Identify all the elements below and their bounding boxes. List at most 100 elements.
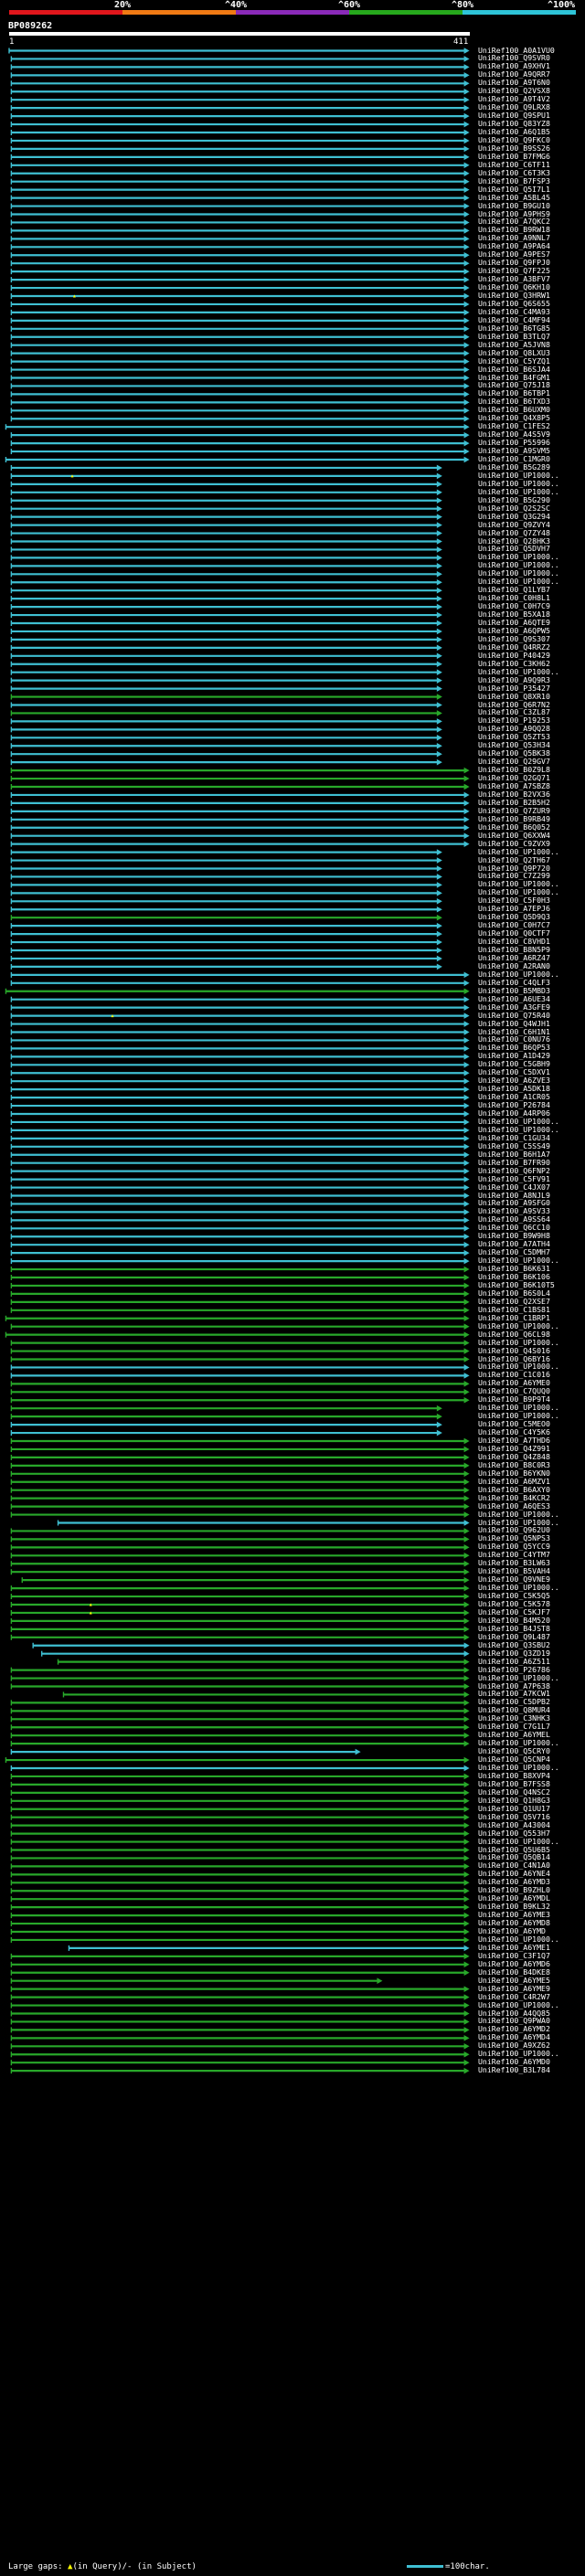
- hit-arrow-icon: [436, 702, 442, 708]
- hit-arrow-icon: [463, 1381, 470, 1387]
- hit-arrow-icon: [436, 464, 442, 472]
- hit-arrow-icon: [463, 1961, 470, 1968]
- hit-arrow-icon: [463, 1953, 470, 1960]
- hit-arrow-icon: [463, 48, 470, 54]
- hit-arrow-icon: [463, 431, 470, 439]
- hit-arrow-icon: [463, 236, 470, 242]
- hit-arrow-icon: [463, 415, 470, 422]
- hit-arrow-icon: [463, 1880, 470, 1886]
- legend-line-icon: [407, 2565, 443, 2568]
- hit-arrow-icon: [463, 121, 470, 128]
- hit-arrow-icon: [463, 1290, 470, 1298]
- hit-arrow-icon: [463, 1045, 470, 1052]
- legend-scale: =100char.: [407, 2562, 490, 2571]
- hit-arrow-icon: [463, 1168, 470, 1174]
- scale-label-5: ^100%: [547, 0, 576, 10]
- hit-arrow-icon: [436, 963, 442, 970]
- hit-arrow-icon: [463, 1454, 470, 1461]
- hit-arrow-icon: [463, 1642, 470, 1649]
- hit-arrow-icon: [436, 595, 442, 602]
- hit-arrow-icon: [436, 571, 442, 578]
- hit-arrow-icon: [463, 1912, 470, 1919]
- hit-arrow-icon: [436, 669, 442, 675]
- hit-arrow-icon: [436, 718, 442, 725]
- hit-arrow-icon: [436, 882, 442, 888]
- hit-arrow-icon: [463, 228, 470, 234]
- hit-arrow-icon: [463, 162, 470, 169]
- hit-id-link[interactable]: UniRef100_B3L784: [478, 2066, 550, 2074]
- hit-arrow-icon: [463, 137, 470, 144]
- hit-arrow-icon: [463, 211, 470, 217]
- hit-arrow-icon: [463, 1184, 470, 1191]
- hit-arrow-icon: [436, 758, 442, 766]
- hit-arrow-icon: [377, 1977, 383, 1984]
- hit-arrow-icon: [463, 1683, 470, 1690]
- hit-arrow-icon: [436, 710, 442, 716]
- hit-arrow-icon: [436, 955, 442, 962]
- hit-arrow-icon: [436, 857, 442, 864]
- hit-arrow-icon: [463, 358, 470, 365]
- hit-arrow-icon: [463, 1021, 470, 1027]
- hit-arrow-icon: [463, 2010, 470, 2017]
- hit-arrow-icon: [436, 563, 442, 569]
- hit-arrow-icon: [436, 677, 442, 684]
- hit-arrow-icon: [436, 644, 442, 652]
- hit-arrow-icon: [463, 2051, 470, 2058]
- hit-arrow-icon: [463, 251, 470, 259]
- hit-arrow-icon: [463, 1307, 470, 1314]
- hit-arrow-icon: [463, 1004, 470, 1011]
- hit-arrow-icon: [463, 1062, 470, 1068]
- hit-arrow-icon: [463, 1585, 470, 1592]
- hit-arrow-icon: [463, 1773, 470, 1780]
- hit-arrow-icon: [436, 726, 442, 733]
- hit-arrow-icon: [436, 906, 442, 913]
- hit-arrow-icon: [463, 808, 470, 815]
- hit-arrow-icon: [463, 1446, 470, 1453]
- hit-arrow-icon: [463, 1650, 470, 1657]
- hit-arrow-icon: [463, 145, 470, 153]
- hit-arrow-icon: [463, 260, 470, 267]
- hit-arrow-icon: [463, 1012, 470, 1019]
- hit-arrow-icon: [463, 219, 470, 226]
- hit-arrow-icon: [463, 1364, 470, 1371]
- hit-arrow-icon: [463, 1691, 470, 1698]
- hit-alignment-graph: [5, 48, 470, 2074]
- legend-text-left: Large gaps:: [8, 2562, 69, 2571]
- hit-arrow-icon: [463, 268, 470, 275]
- hit-arrow-icon: [436, 497, 442, 504]
- hit-arrow-icon: [463, 1806, 470, 1813]
- hit-arrow-icon: [436, 587, 442, 594]
- hit-arrow-icon: [463, 1814, 470, 1820]
- hit-arrow-icon: [463, 334, 470, 341]
- hit-arrow-icon: [463, 1936, 470, 1944]
- hit-arrow-icon: [463, 1331, 470, 1338]
- hit-arrow-icon: [463, 309, 470, 316]
- hit-arrow-icon: [463, 342, 470, 348]
- hit-arrow-icon: [463, 284, 470, 292]
- hit-arrow-icon: [463, 1282, 470, 1289]
- hit-arrow-icon: [463, 1700, 470, 1706]
- hit-arrow-icon: [436, 914, 442, 921]
- hit-arrow-icon: [463, 1299, 470, 1306]
- hit-arrow-icon: [463, 1847, 470, 1853]
- hit-arrow-icon: [463, 1903, 470, 1911]
- hit-arrow-icon: [463, 301, 470, 308]
- hit-arrow-icon: [463, 1037, 470, 1044]
- hit-arrow-icon: [463, 1568, 470, 1575]
- hit-arrow-icon: [463, 64, 470, 70]
- hit-arrow-icon: [463, 112, 470, 120]
- hit-arrow-icon: [436, 555, 442, 561]
- hit-arrow-icon: [463, 1225, 470, 1232]
- hit-arrow-icon: [436, 1429, 442, 1436]
- hit-arrow-icon: [463, 96, 470, 103]
- hit-arrow-icon: [463, 80, 470, 87]
- hit-arrow-icon: [463, 1348, 470, 1354]
- hit-arrow-icon: [463, 244, 470, 250]
- hit-arrow-icon: [463, 1839, 470, 1845]
- hit-arrow-icon: [436, 538, 442, 545]
- hit-arrow-icon: [463, 1462, 470, 1469]
- hit-arrow-icon: [463, 317, 470, 324]
- hit-arrow-icon: [463, 996, 470, 1002]
- hit-arrow-icon: [463, 170, 470, 177]
- hit-arrow-icon: [463, 1503, 470, 1510]
